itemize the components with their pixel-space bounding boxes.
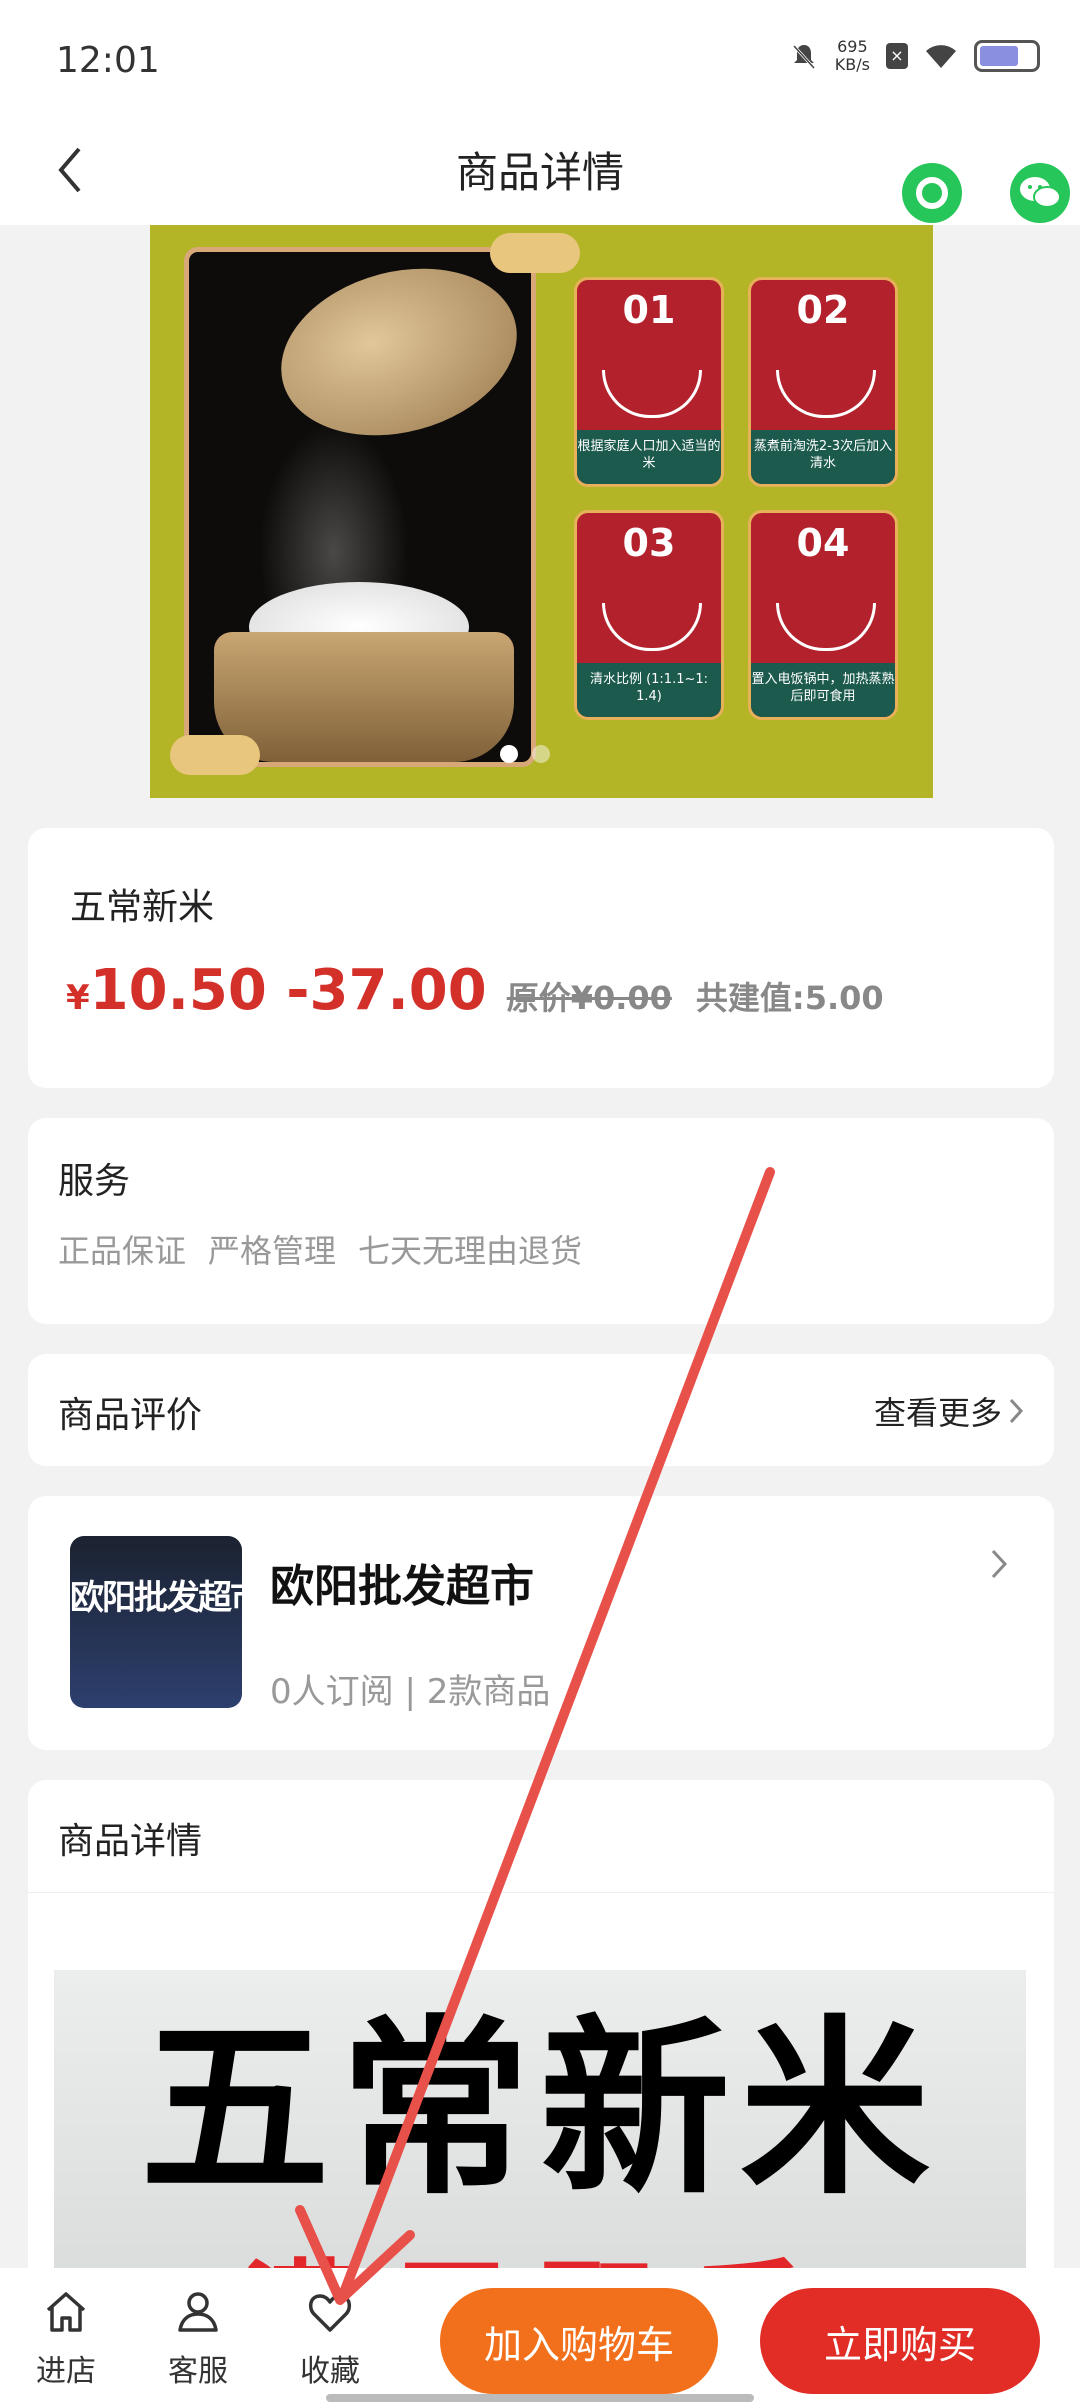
chevron-right-icon [991, 1549, 1008, 1579]
service-card[interactable]: 服务 正品保证 严格管理 七天无理由退货 [28, 1118, 1054, 1324]
shop-card[interactable]: 欧阳批发超市 欧阳批发超市 0人订阅 | 2款商品 [28, 1496, 1054, 1750]
details-title: 商品详情 [58, 1821, 203, 1862]
nav-label: 进店 [36, 2354, 96, 2389]
reviews-title: 商品评价 [58, 1395, 203, 1436]
network-speed-value: 695 [837, 37, 868, 56]
step-number: 03 [622, 521, 676, 565]
page-header: 商品详情 [0, 125, 1080, 225]
battery-fill [980, 46, 1018, 66]
buy-now-button[interactable]: 立即购买 [760, 2288, 1040, 2394]
moments-icon [916, 177, 948, 209]
carousel-dot[interactable] [500, 745, 518, 763]
nav-favorite[interactable]: 收藏 [280, 2288, 380, 2390]
home-indicator [326, 2394, 754, 2402]
shop-thumbnail: 欧阳批发超市 [70, 1536, 242, 1708]
service-tag: 正品保证 [58, 1232, 187, 1270]
nav-store[interactable]: 进店 [16, 2288, 116, 2390]
step-caption: 蒸煮前淘洗2-3次后加入清水 [751, 430, 895, 484]
service-tag: 七天无理由退货 [358, 1232, 583, 1270]
wechat-icon [1020, 177, 1061, 208]
step-card: 03 清水比例 (1:1.1~1: 1.4) [574, 510, 724, 720]
price-range: 10.50 -37.00 [89, 958, 487, 1023]
network-speed: 695 KB/s [835, 38, 870, 74]
service-tags: 正品保证 严格管理 七天无理由退货 [58, 1226, 582, 1272]
pot-icon [776, 603, 876, 651]
bottom-action-bar: 进店 客服 收藏 加入购物车 立即购买 [0, 2268, 1080, 2408]
wifi-icon [926, 45, 956, 68]
step-number: 02 [796, 288, 850, 332]
status-bar: 12:01 695 KB/s × [0, 0, 1080, 125]
product-info-card: 五常新米 ¥ 10.50 -37.00 原价¥0.00 共建值:5.00 [28, 828, 1054, 1088]
chevron-right-icon [1009, 1398, 1024, 1424]
reviews-card: 商品评价 查看更多 [28, 1354, 1054, 1466]
view-more-label: 查看更多 [873, 1394, 1002, 1432]
divider [28, 1892, 1054, 1893]
home-icon [46, 2292, 86, 2332]
shop-name: 欧阳批发超市 [270, 1561, 534, 1612]
original-price: 原价¥0.00 [506, 979, 672, 1017]
wechat-share-button[interactable] [1010, 163, 1070, 223]
shop-thumbnail-sign: 欧阳批发超市 [70, 1578, 242, 1618]
nav-service[interactable]: 客服 [148, 2288, 248, 2390]
step-card: 02 蒸煮前淘洗2-3次后加入清水 [748, 277, 898, 487]
moments-share-button[interactable] [902, 163, 962, 223]
x-box-icon: × [886, 43, 908, 69]
steamer-base [214, 632, 514, 762]
step-caption: 清水比例 (1:1.1~1: 1.4) [577, 663, 721, 717]
price-row: ¥ 10.50 -37.00 原价¥0.00 共建值:5.00 [66, 958, 884, 1023]
service-tag: 严格管理 [208, 1232, 337, 1270]
step-caption: 置入电饭锅中，加热蒸熟后即可食用 [751, 663, 895, 717]
add-to-cart-button[interactable]: 加入购物车 [440, 2288, 718, 2394]
cloud-ornament [490, 233, 580, 273]
coop-value: 共建值:5.00 [695, 979, 884, 1017]
step-caption: 根据家庭人口加入适当的米 [577, 430, 721, 484]
product-name: 五常新米 [70, 887, 215, 928]
mute-bell-icon [792, 44, 815, 70]
service-title: 服务 [58, 1161, 131, 1202]
details-image-headline: 五常新米 [139, 1999, 940, 2220]
step-card: 01 根据家庭人口加入适当的米 [574, 277, 724, 487]
details-image: 五常新米 满屋飘香 [54, 1970, 1026, 2310]
pot-icon [602, 603, 702, 651]
pot-icon [776, 370, 876, 418]
carousel-indicator [500, 745, 550, 763]
carousel-dot[interactable] [532, 745, 550, 763]
rice-steamer-photo [184, 247, 536, 767]
view-more-link[interactable]: 查看更多 [874, 1388, 1024, 1434]
battery-icon [974, 40, 1040, 72]
person-icon [178, 2292, 218, 2332]
product-image-carousel[interactable]: 01 根据家庭人口加入适当的米 02 蒸煮前淘洗2-3次后加入清水 03 清水比… [150, 225, 933, 798]
pot-icon [602, 370, 702, 418]
status-time: 12:01 [56, 40, 160, 81]
currency-symbol: ¥ [66, 978, 90, 1018]
details-card: 商品详情 五常新米 满屋飘香 [28, 1780, 1054, 2310]
shop-meta: 0人订阅 | 2款商品 [270, 1672, 551, 1712]
cloud-ornament [170, 735, 260, 775]
heart-icon [308, 2294, 352, 2332]
nav-label: 客服 [168, 2354, 228, 2389]
step-card: 04 置入电饭锅中，加热蒸熟后即可食用 [748, 510, 898, 720]
network-speed-unit: KB/s [834, 55, 870, 74]
status-icons: 695 KB/s × [789, 38, 1040, 74]
nav-label: 收藏 [300, 2354, 360, 2389]
step-number: 01 [622, 288, 676, 332]
step-number: 04 [796, 521, 850, 565]
